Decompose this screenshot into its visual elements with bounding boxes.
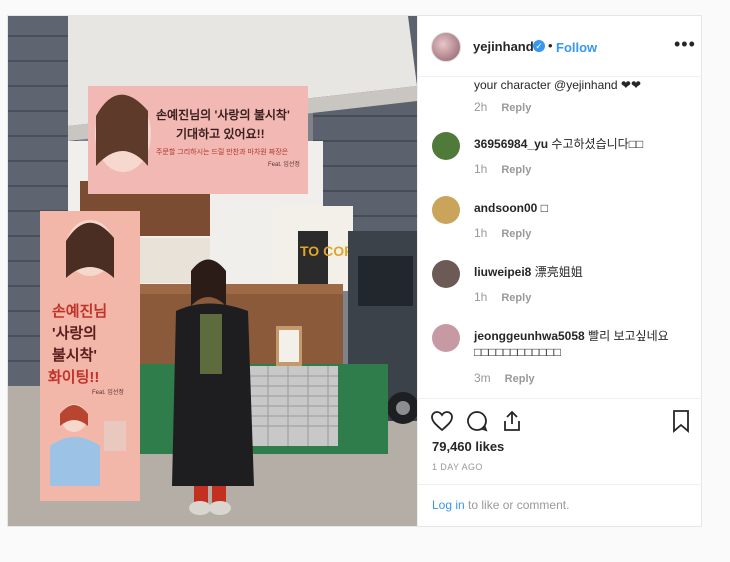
post-header: yejinhand ✓ • Follow ••• <box>418 16 702 77</box>
comment-text: 빨리 보고싶네요 <box>588 329 669 343</box>
commenter-username[interactable]: 36956984_yu <box>474 137 548 151</box>
post-side-panel: yejinhand ✓ • Follow ••• your character … <box>417 16 702 526</box>
comment-meta: 3m Reply <box>474 371 535 385</box>
comment-text-continued: □□□□□□□□□□□□ <box>474 345 561 359</box>
post-card: TO COFFEE 손예진님의 '사랑의 불시착' 기대하고 있어요!! 주문할… <box>7 15 702 527</box>
comment-body: jeonggeunhwa5058 빨리 보고싶네요 □□□□□□□□□□□□ <box>474 328 692 360</box>
comment-time: 1h <box>474 162 488 176</box>
reply-button[interactable]: Reply <box>501 292 531 304</box>
reply-button[interactable]: Reply <box>505 373 535 385</box>
comment-text: 漂亮姐姐 <box>534 265 583 279</box>
likes-count[interactable]: 79,460 likes <box>432 439 504 454</box>
comment-text: □ <box>540 201 548 215</box>
comment-meta: 1h Reply <box>474 162 531 176</box>
follow-button[interactable]: Follow <box>556 40 597 55</box>
banner-sub: 주문할 그리하시는 드릴 만찬과 마차원 짜장은 <box>156 147 289 156</box>
standee-line3: 불시착' <box>52 347 97 364</box>
commenter-username[interactable]: andsoon00 <box>474 201 537 215</box>
login-prompt: Log in to like or comment. <box>418 484 702 527</box>
reply-button[interactable]: Reply <box>501 102 531 114</box>
banner-line1: 손예진님의 '사랑의 불시착' <box>156 107 290 122</box>
comment-time: 1h <box>474 290 488 304</box>
comment-text: your character @yejinhand ❤❤ <box>474 78 642 92</box>
login-text: Log in to like or comment. <box>432 498 569 512</box>
author-username[interactable]: yejinhand <box>473 39 534 54</box>
commenter-avatar[interactable] <box>432 132 460 160</box>
login-link[interactable]: Log in <box>432 498 465 512</box>
header-separator: • <box>548 38 553 53</box>
comment-body: 36956984_yu 수고하셨습니다□□ <box>474 136 692 152</box>
standee-line2: '사랑의 <box>52 324 97 342</box>
comments-list[interactable]: your character @yejinhand ❤❤ 2h Reply 369… <box>418 76 702 396</box>
share-icon[interactable] <box>500 409 524 438</box>
commenter-avatar[interactable] <box>432 324 460 352</box>
more-options-icon[interactable]: ••• <box>674 34 696 55</box>
reply-button[interactable]: Reply <box>501 228 531 240</box>
author-avatar[interactable] <box>431 32 461 62</box>
standee-line1: 손예진님 <box>52 303 107 320</box>
post-photo[interactable]: TO COFFEE 손예진님의 '사랑의 불시착' 기대하고 있어요!! 주문할… <box>8 16 417 526</box>
bookmark-icon[interactable] <box>670 409 692 438</box>
heart-icon[interactable] <box>430 409 454 438</box>
comment-time: 2h <box>474 100 488 114</box>
comment-meta: 2h Reply <box>474 100 531 114</box>
comment-icon[interactable] <box>465 409 489 438</box>
comment-body: andsoon00 □ <box>474 200 692 216</box>
reply-button[interactable]: Reply <box>501 164 531 176</box>
comment-body: liuweipei8 漂亮姐姐 <box>474 264 692 280</box>
comment-meta: 1h Reply <box>474 226 531 240</box>
comment-text: 수고하셨습니다□□ <box>551 137 644 151</box>
commenter-username[interactable]: jeonggeunhwa5058 <box>474 329 585 343</box>
commenter-username[interactable]: liuweipei8 <box>474 265 531 279</box>
login-rest: to like or comment. <box>464 498 570 512</box>
standee-line4: 화이팅!! <box>48 368 99 386</box>
comment-time: 1h <box>474 226 488 240</box>
commenter-avatar[interactable] <box>432 260 460 288</box>
standee-feat: Feat. 임선정 <box>92 388 124 396</box>
post-date: 1 DAY AGO <box>432 462 483 472</box>
comment-time: 3m <box>474 371 491 385</box>
banner-line2: 기대하고 있어요!! <box>176 126 265 141</box>
comment-meta: 1h Reply <box>474 290 531 304</box>
verified-badge-icon: ✓ <box>533 40 545 52</box>
banner-feat: Feat. 임선정 <box>268 160 300 168</box>
commenter-avatar[interactable] <box>432 196 460 224</box>
